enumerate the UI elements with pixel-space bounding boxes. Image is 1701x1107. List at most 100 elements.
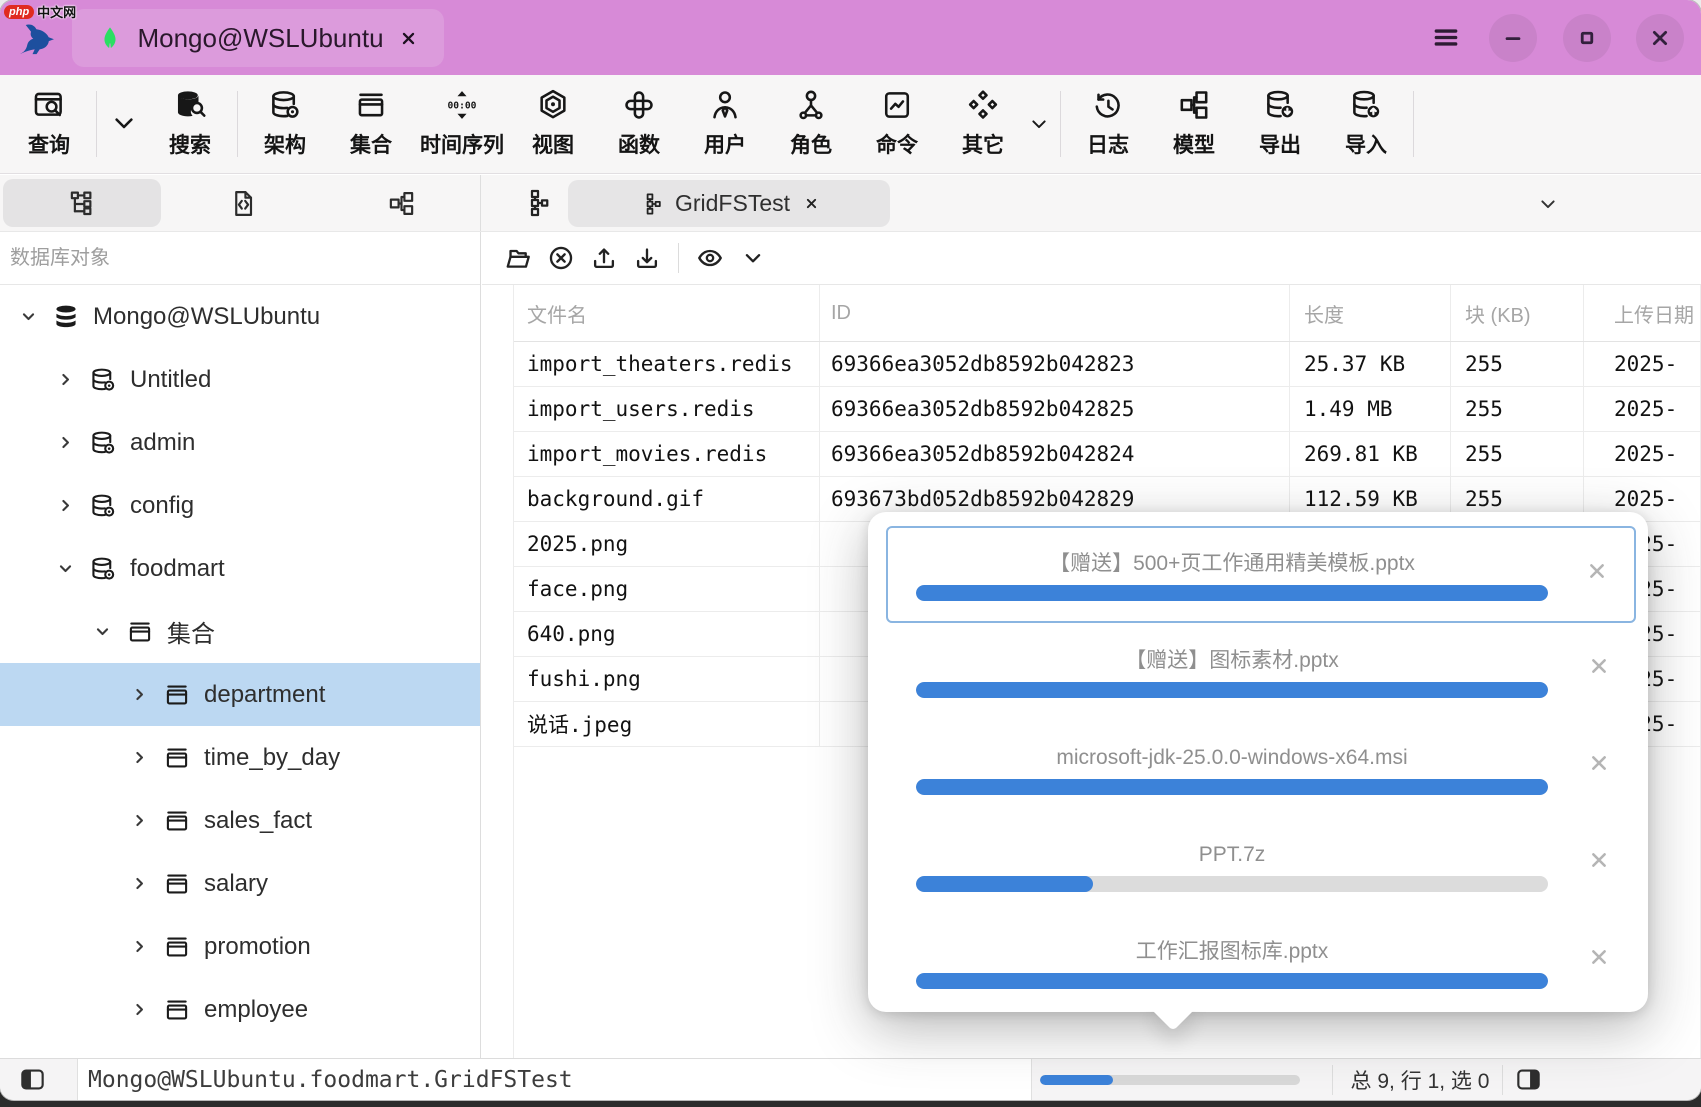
window-close-button[interactable] bbox=[1636, 14, 1684, 62]
cancel-button[interactable] bbox=[547, 244, 575, 272]
chevron-right-icon[interactable] bbox=[55, 432, 76, 453]
close-icon[interactable] bbox=[1584, 845, 1614, 875]
document-tab-close-icon[interactable] bbox=[803, 195, 820, 212]
upload-item[interactable]: 【赠送】图标素材.pptx bbox=[886, 623, 1636, 720]
tree-item-employee[interactable]: employee bbox=[0, 978, 480, 1041]
toolbar-button-query-dropdown[interactable] bbox=[101, 75, 147, 173]
toggle-left-panel-button[interactable] bbox=[18, 1065, 47, 1094]
table-row[interactable]: import_movies.redis69366ea3052db8592b042… bbox=[514, 432, 1700, 477]
upload-item[interactable]: microsoft-jdk-25.0.0-windows-x64.msi bbox=[886, 720, 1636, 817]
cell-4: 2025- bbox=[1584, 387, 1700, 431]
chevron-right-icon[interactable] bbox=[129, 810, 150, 831]
upload-item[interactable]: 【赠送】500+页工作通用精美模板.pptx bbox=[886, 526, 1636, 623]
upload-progress-fill bbox=[916, 973, 1548, 989]
toolbar-button-label: 时间序列 bbox=[420, 129, 504, 159]
tree-item-admin[interactable]: admin bbox=[0, 411, 480, 474]
toolbar-button-log[interactable]: 日志 bbox=[1065, 75, 1151, 173]
chevron-down-icon[interactable] bbox=[55, 558, 76, 579]
tree-item-Untitled[interactable]: Untitled bbox=[0, 348, 480, 411]
connection-tab[interactable]: Mongo@WSLUbuntu bbox=[72, 9, 444, 67]
close-icon[interactable] bbox=[1584, 651, 1614, 681]
preview-button[interactable] bbox=[696, 244, 724, 272]
cell-1: 69366ea3052db8592b042823 bbox=[820, 342, 1290, 386]
gridfs-icon bbox=[520, 188, 550, 218]
column-header-2[interactable]: 长度 bbox=[1290, 285, 1451, 341]
column-header-0[interactable]: 文件名 bbox=[514, 285, 820, 341]
sidebar-tab-diagram[interactable] bbox=[322, 175, 480, 231]
breadcrumb-path-field[interactable]: Mongo@WSLUbuntu.foodmart.GridFSTest bbox=[77, 1059, 1032, 1100]
open-file-button[interactable] bbox=[504, 244, 532, 272]
toolbar-button-import[interactable]: 导入 bbox=[1323, 75, 1409, 173]
toolbar-button-command[interactable]: 命令 bbox=[854, 75, 940, 173]
window-maximize-button[interactable] bbox=[1563, 14, 1611, 62]
tree-item-promotion[interactable]: promotion bbox=[0, 915, 480, 978]
close-icon[interactable] bbox=[1584, 942, 1614, 972]
connection-tab-close-icon[interactable] bbox=[398, 28, 419, 49]
toolbar-button-timeseries[interactable]: 00:00时间序列 bbox=[414, 75, 510, 173]
toolbar-button-view[interactable]: 视图 bbox=[510, 75, 596, 173]
toolbar-button-function[interactable]: 函数 bbox=[596, 75, 682, 173]
upload-progress-fill bbox=[916, 876, 1093, 892]
sidebar-tab-tree[interactable] bbox=[3, 179, 161, 227]
chevron-right-icon[interactable] bbox=[55, 495, 76, 516]
column-header-3[interactable]: 块 (KB) bbox=[1451, 285, 1584, 341]
user-icon bbox=[708, 88, 742, 122]
toolbar-button-export[interactable]: 导出 bbox=[1237, 75, 1323, 173]
chevron-right-icon[interactable] bbox=[129, 873, 150, 894]
sidebar-tab-script[interactable] bbox=[164, 175, 322, 231]
toolbar-separator bbox=[1060, 91, 1061, 157]
tree-item-集合[interactable]: 集合 bbox=[0, 600, 480, 663]
menu-hamburger-icon[interactable] bbox=[1428, 22, 1464, 53]
toolbar-button-collection[interactable]: 集合 bbox=[328, 75, 414, 173]
toolbar-button-label: 导出 bbox=[1259, 129, 1301, 159]
database-objects-filter-input[interactable] bbox=[10, 247, 470, 270]
toolbar-button-search[interactable]: 搜索 bbox=[147, 75, 233, 173]
table-row[interactable]: import_theaters.redis69366ea3052db8592b0… bbox=[514, 342, 1700, 387]
chevron-down-icon[interactable] bbox=[92, 621, 113, 642]
chevron-right-icon[interactable] bbox=[55, 369, 76, 390]
toolbar-button-label: 搜索 bbox=[169, 129, 211, 159]
more-actions-chevron-icon[interactable] bbox=[739, 244, 767, 272]
window-minimize-button[interactable] bbox=[1489, 14, 1537, 62]
toolbar-button-schema[interactable]: 架构 bbox=[242, 75, 328, 173]
tree-item-foodmart[interactable]: foodmart bbox=[0, 537, 480, 600]
tree-item-config[interactable]: config bbox=[0, 474, 480, 537]
upload-item[interactable]: 工作汇报图标库.pptx bbox=[886, 914, 1636, 1011]
toolbar-button-more[interactable]: 其它 bbox=[940, 75, 1026, 173]
column-header-4[interactable]: 上传日期 bbox=[1584, 285, 1700, 341]
table-row[interactable]: import_users.redis69366ea3052db8592b0428… bbox=[514, 387, 1700, 432]
toolbar-button-query[interactable]: 查询 bbox=[6, 75, 92, 173]
chevron-right-icon[interactable] bbox=[129, 684, 150, 705]
database-icon bbox=[89, 555, 117, 583]
cell-0: 说话.jpeg bbox=[514, 702, 820, 746]
toolbar-button-role[interactable]: 角色 bbox=[768, 75, 854, 173]
chevron-right-icon[interactable] bbox=[129, 936, 150, 957]
close-icon[interactable] bbox=[1582, 556, 1612, 586]
toolbar-button-model[interactable]: 模型 bbox=[1151, 75, 1237, 173]
tree-item-sales_fact[interactable]: sales_fact bbox=[0, 789, 480, 852]
tree-item-time_by_day[interactable]: time_by_day bbox=[0, 726, 480, 789]
tree-item-Mongo@WSLUbuntu[interactable]: Mongo@WSLUbuntu bbox=[0, 285, 480, 348]
chevron-down-icon bbox=[107, 106, 141, 140]
toggle-right-panel-button[interactable] bbox=[1514, 1065, 1543, 1094]
cell-0: face.png bbox=[514, 567, 820, 611]
toolbar-button-user[interactable]: 用户 bbox=[682, 75, 768, 173]
tree-item-department[interactable]: department bbox=[0, 663, 480, 726]
collection-box-icon bbox=[163, 996, 191, 1024]
column-header-1[interactable]: ID bbox=[820, 285, 1290, 341]
document-tab-gridfstest[interactable]: GridFSTest bbox=[568, 180, 890, 227]
mongodb-leaf-icon bbox=[97, 25, 123, 51]
chevron-right-icon[interactable] bbox=[129, 747, 150, 768]
chevron-down-icon[interactable] bbox=[18, 306, 39, 327]
model-boxes-icon bbox=[1177, 88, 1211, 122]
upload-button[interactable] bbox=[590, 244, 618, 272]
tree-item-label: Mongo@WSLUbuntu bbox=[93, 303, 320, 331]
tab-list-chevron-icon[interactable] bbox=[1535, 191, 1561, 217]
database-icon bbox=[89, 429, 117, 457]
download-button[interactable] bbox=[633, 244, 661, 272]
chevron-right-icon[interactable] bbox=[129, 999, 150, 1020]
close-icon[interactable] bbox=[1584, 748, 1614, 778]
upload-item[interactable]: PPT.7z bbox=[886, 817, 1636, 914]
toolbar-divider bbox=[678, 243, 679, 273]
tree-item-salary[interactable]: salary bbox=[0, 852, 480, 915]
